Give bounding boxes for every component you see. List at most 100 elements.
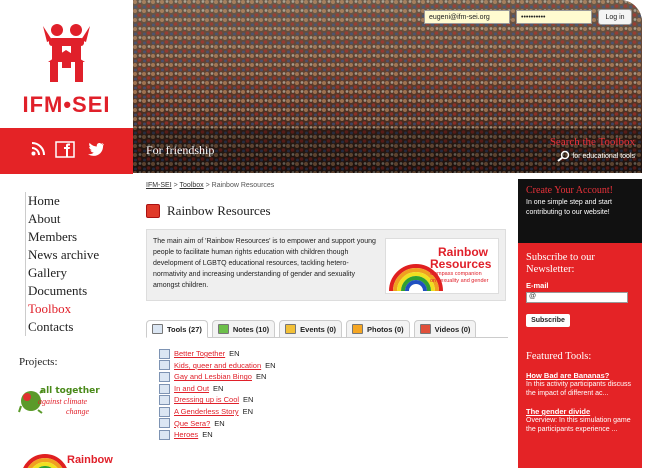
ifm-sei-logo[interactable]: IFM•SEI [0, 0, 133, 128]
notes-icon [217, 324, 229, 334]
page-title: Rainbow Resources [167, 203, 271, 218]
tab-videos[interactable]: Videos (0) [413, 320, 477, 338]
description-box: The main aim of 'Rainbow Resources' is t… [146, 229, 506, 301]
projects-label: Projects: [19, 356, 58, 368]
tool-link[interactable]: Gay and Lesbian Bingo [174, 371, 252, 383]
nav-item-news-archive[interactable]: News archive [28, 246, 99, 264]
breadcrumb-current: Rainbow Resources [211, 182, 275, 189]
all-together-line1: all together [40, 386, 100, 396]
featured-tools: Featured Tools: How Bad are Bananas? In … [526, 351, 638, 434]
featured-text: Overview: In this simulation game the pa… [526, 417, 631, 433]
login-password-input[interactable]: •••••••••• [516, 10, 592, 24]
videos-icon [419, 324, 431, 334]
nav-item-home[interactable]: Home [28, 192, 99, 210]
newsletter-box: Subscribe to our Newsletter: E-mail @ Su… [526, 252, 642, 327]
tool-lang: EN [243, 395, 254, 405]
featured-link[interactable]: How Bad are Bananas? [526, 371, 638, 380]
tools-icon [152, 324, 163, 334]
tool-icon [159, 406, 170, 417]
login-bar: eugeni@ifm-sei.org •••••••••• Log in [424, 9, 632, 25]
search-subtitle: for educational tools [550, 150, 635, 162]
tab-label: Notes (10) [232, 324, 270, 334]
nav-item-gallery[interactable]: Gallery [28, 264, 99, 282]
main-content: IFM-SEI > Toolbox > Rainbow Resources Ra… [146, 182, 508, 458]
create-account-text: In one simple step and start contributin… [526, 199, 612, 216]
nav-item-toolbox[interactable]: Toolbox [28, 300, 99, 318]
all-together-line3: change [66, 407, 90, 416]
list-item: Gay and Lesbian Bingo EN [159, 371, 508, 383]
rainbow-logo-line2: Resources [430, 257, 492, 271]
rainbow-logo-tagline2: on sexuality and gender [430, 278, 489, 284]
newsletter-email-input[interactable]: @ [526, 292, 628, 303]
tool-lang: EN [213, 383, 224, 393]
subscribe-button[interactable]: Subscribe [526, 314, 570, 327]
create-account-title[interactable]: Create Your Account! [526, 185, 642, 196]
list-item: Better Together EN [159, 348, 508, 360]
toolbox-search[interactable]: Search the Toolbox for educational tools [550, 136, 635, 162]
nav-item-members[interactable]: Members [28, 228, 99, 246]
photos-icon [352, 324, 363, 334]
featured-title: Featured Tools: [526, 351, 592, 362]
all-together-logo[interactable]: all together against climate change [18, 384, 118, 424]
tab-photos[interactable]: Photos (0) [346, 320, 410, 338]
rainbow-project-label: Rainbow [67, 454, 113, 466]
list-item: Dressing up is Cool EN [159, 394, 508, 406]
logo-text: IFM•SEI [22, 92, 111, 117]
left-column: IFM•SEI Home About Members News archive … [0, 0, 133, 468]
breadcrumb-root[interactable]: IFM-SEI [146, 182, 172, 189]
create-account-box[interactable]: Create Your Account! In one simple step … [518, 179, 642, 243]
tool-lang: EN [265, 360, 276, 370]
tool-link[interactable]: Que Sera? [174, 418, 210, 430]
rainbow-project-logo[interactable]: Rainbow [20, 438, 120, 468]
tool-link[interactable]: Heroes [174, 429, 198, 441]
tab-label: Events (0) [300, 324, 336, 334]
tab-label: Photos (0) [367, 324, 404, 334]
tool-lang: EN [255, 372, 267, 382]
right-sidebar: Create Your Account! In one simple step … [518, 179, 642, 468]
login-email-input[interactable]: eugeni@ifm-sei.org [424, 10, 510, 24]
tool-icon [159, 371, 170, 382]
description-text: The main aim of 'Rainbow Resources' is t… [153, 238, 376, 289]
search-title: Search the Toolbox [549, 136, 635, 148]
logo-figures-icon [43, 24, 90, 82]
tool-icon [159, 429, 170, 440]
project-icon [146, 204, 160, 218]
facebook-icon[interactable] [55, 141, 75, 163]
nav-item-contacts[interactable]: Contacts [28, 318, 99, 336]
featured-text: In this activity participants discuss th… [526, 381, 632, 397]
rainbow-resources-logo: Rainbow Resources Compass companion on s… [385, 238, 499, 294]
tool-icon [159, 418, 170, 429]
tagline: For friendship [146, 143, 215, 157]
list-item: Que Sera? EN [159, 418, 508, 430]
tab-tools[interactable]: Tools (27) [146, 320, 208, 338]
email-label: E-mail [526, 281, 549, 290]
nav-item-documents[interactable]: Documents [28, 282, 99, 300]
list-item: Kids, queer and education EN [159, 360, 508, 372]
list-item: Heroes EN [159, 429, 508, 441]
tab-notes[interactable]: Notes (10) [211, 320, 276, 338]
tab-events[interactable]: Events (0) [279, 320, 342, 338]
login-button[interactable]: Log in [598, 9, 632, 25]
tool-lang: EN [229, 349, 240, 358]
header-banner: eugeni@ifm-sei.org •••••••••• Log in For… [133, 0, 642, 173]
tool-link[interactable]: Dressing up is Cool [174, 394, 239, 406]
tool-lang: EN [242, 406, 254, 416]
tool-link[interactable]: Kids, queer and education [174, 360, 261, 372]
tool-link[interactable]: Better Together [174, 348, 225, 360]
events-icon [285, 324, 297, 334]
main-nav: Home About Members News archive Gallery … [25, 192, 99, 336]
breadcrumb: IFM-SEI > Toolbox > Rainbow Resources [146, 182, 508, 189]
breadcrumb-toolbox[interactable]: Toolbox [180, 182, 204, 189]
newsletter-title: Subscribe to our Newsletter: [526, 252, 595, 275]
rss-icon[interactable] [31, 141, 45, 161]
nav-item-about[interactable]: About [28, 210, 99, 228]
tool-link[interactable]: A Genderless Story [174, 406, 239, 418]
list-item: A Genderless Story EN [159, 406, 508, 418]
tool-lang: EN [202, 430, 213, 440]
search-subtitle-text: for educational tools [572, 152, 635, 160]
rainbow-icon [23, 454, 67, 468]
tab-label: Tools (27) [167, 324, 202, 334]
tool-link[interactable]: In and Out [174, 383, 209, 395]
twitter-icon[interactable] [87, 141, 105, 161]
featured-link[interactable]: The gender divide [526, 407, 638, 416]
